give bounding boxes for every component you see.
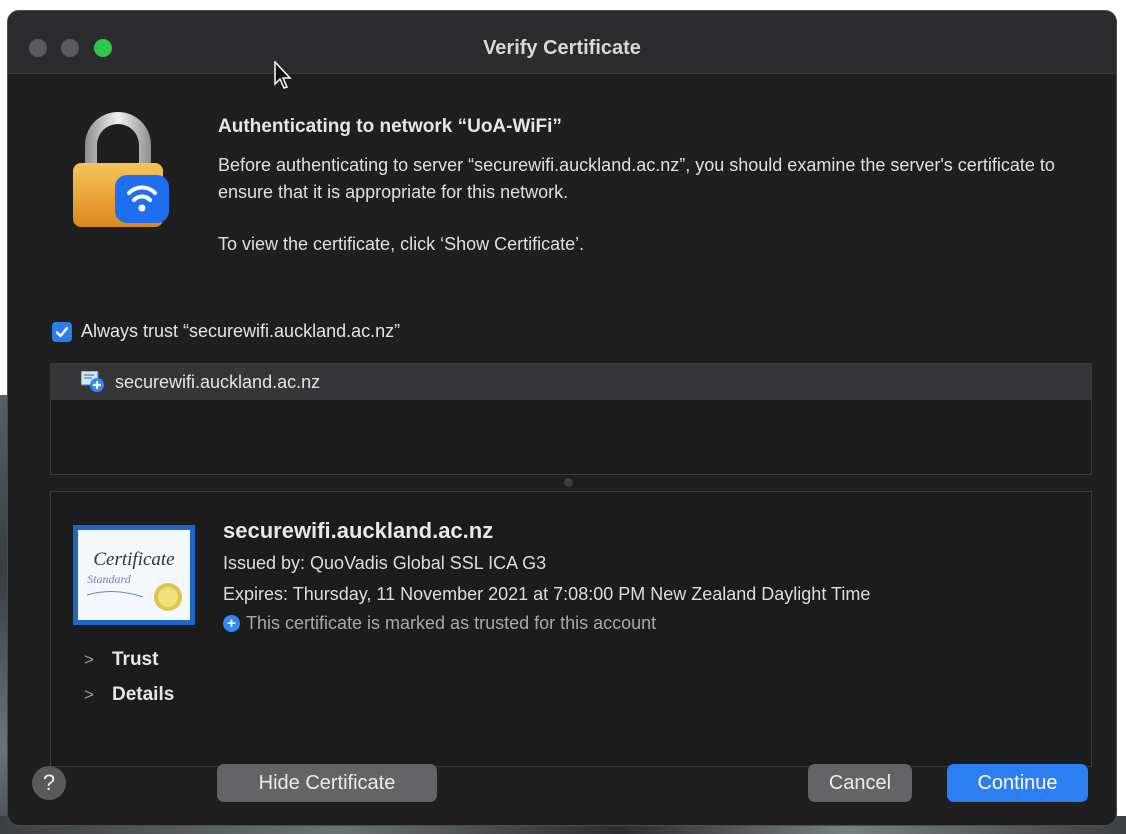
split-view-handle[interactable] [564, 478, 573, 487]
certificate-image-title: Certificate [93, 549, 174, 570]
hide-certificate-button[interactable]: Hide Certificate [217, 764, 437, 802]
certificate-name: securewifi.auckland.ac.nz [223, 518, 494, 543]
title-bar: Verify Certificate [8, 11, 1116, 74]
plus-circle-icon: + [223, 615, 240, 632]
chain-item-label: securewifi.auckland.ac.nz [115, 371, 321, 392]
certificate-detail-panel: Certificate Standard securewifi.auckland… [50, 491, 1092, 767]
certificate-chain-list[interactable]: securewifi.auckland.ac.nz [50, 363, 1092, 475]
certificate-expiry: Expires: Thursday, 11 November 2021 at 7… [223, 584, 871, 604]
cancel-button[interactable]: Cancel [808, 764, 912, 802]
dialog-instruction: To view the certificate, click ‘Show Cer… [218, 234, 585, 254]
dialog-message: Before authenticating to server “securew… [218, 155, 1055, 202]
chevron-right-icon: > [84, 650, 94, 669]
trust-section-label: Trust [112, 649, 159, 670]
certificate-image-icon: Certificate Standard [73, 525, 195, 625]
dialog-heading: Authenticating to network “UoA-WiFi” [218, 116, 562, 137]
continue-button[interactable]: Continue [947, 764, 1088, 802]
list-item[interactable]: securewifi.auckland.ac.nz [51, 364, 1091, 400]
details-disclosure[interactable]: > Details [84, 684, 174, 706]
lock-wifi-icon [73, 112, 169, 227]
always-trust-checkbox[interactable] [52, 321, 72, 342]
trusted-status: + This certificate is marked as trusted … [223, 613, 656, 634]
mouse-cursor-icon [274, 61, 292, 89]
details-section-label: Details [112, 684, 175, 705]
checkmark-icon [55, 326, 69, 337]
always-trust-option[interactable]: Always trust “securewifi.auckland.ac.nz” [52, 321, 400, 342]
certificate-image-subtitle: Standard [87, 572, 132, 586]
window-title: Verify Certificate [483, 37, 641, 59]
help-button[interactable]: ? [32, 766, 66, 800]
trust-disclosure[interactable]: > Trust [84, 649, 158, 671]
trusted-status-text: This certificate is marked as trusted fo… [246, 613, 657, 633]
certificate-icon [81, 371, 104, 392]
verify-certificate-window: Verify Certificate Authenticating to net… [7, 10, 1117, 826]
chevron-right-icon: > [84, 685, 94, 704]
certificate-issuer: Issued by: QuoVadis Global SSL ICA G3 [223, 553, 547, 573]
always-trust-label: Always trust “securewifi.auckland.ac.nz” [81, 321, 401, 341]
